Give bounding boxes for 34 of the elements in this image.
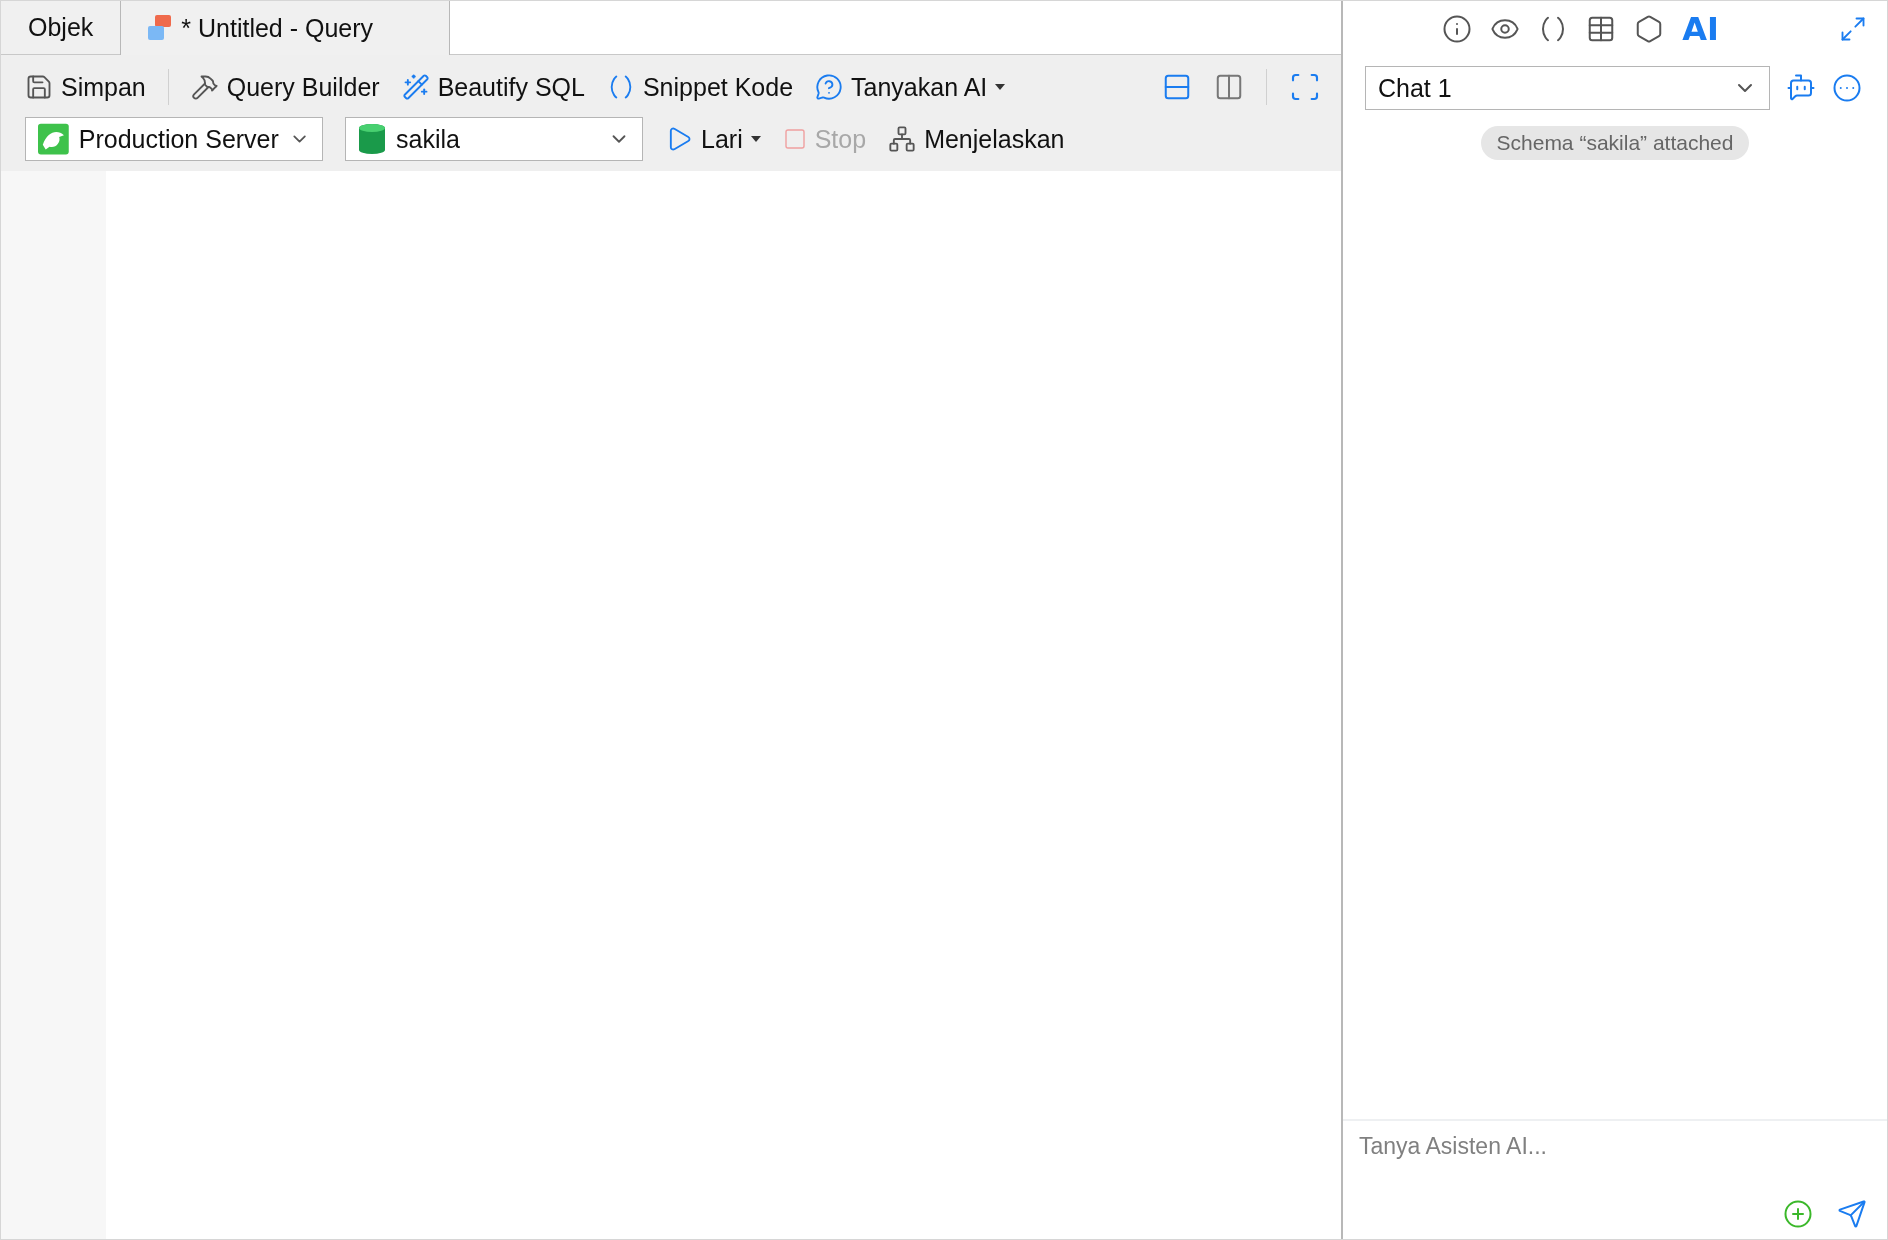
send-button[interactable] xyxy=(1837,1199,1867,1229)
chat-dropdown[interactable]: Chat 1 xyxy=(1365,66,1770,110)
stop-icon xyxy=(782,127,807,151)
caret-icon xyxy=(750,136,761,142)
toolbar-button[interactable]: Lari xyxy=(665,124,761,154)
split-vertical-button[interactable] xyxy=(1214,72,1244,102)
toolbar-button[interactable]: Beautify SQL xyxy=(401,72,585,102)
editor-tab[interactable]: Objek xyxy=(1,1,121,54)
info-icon xyxy=(1442,13,1473,44)
fullscreen-button[interactable] xyxy=(1289,71,1321,103)
save-icon xyxy=(25,73,53,101)
caret-icon xyxy=(995,84,1006,90)
diagram-icon xyxy=(888,125,917,153)
panel-tab[interactable]: AI xyxy=(1682,9,1719,48)
toolbar-button[interactable]: Snippet Kode xyxy=(606,72,794,102)
panel-tab[interactable] xyxy=(1442,13,1473,44)
database-icon xyxy=(358,123,386,155)
split-horizontal-button[interactable] xyxy=(1162,72,1192,102)
question-bubble-icon xyxy=(815,73,844,101)
connection-dropdown[interactable]: Production Server xyxy=(25,117,323,161)
more-button[interactable] xyxy=(1832,73,1862,103)
toolbar-button[interactable]: Tanyakan AI xyxy=(815,72,1006,102)
new-chat-button[interactable] xyxy=(1786,73,1816,103)
hammer-icon xyxy=(190,73,219,101)
wand-icon xyxy=(401,73,430,101)
database-dropdown[interactable]: sakila xyxy=(345,117,643,161)
toolbar-button[interactable]: Menjelaskan xyxy=(888,124,1065,154)
add-button[interactable] xyxy=(1783,1199,1813,1229)
schema-notice: Schema “sakila” attached xyxy=(1480,126,1750,160)
toolbar-button[interactable]: Query Builder xyxy=(190,72,380,102)
toolbar-button[interactable]: Simpan xyxy=(25,72,146,102)
editor-tab[interactable]: * Untitled - Query xyxy=(120,1,451,55)
connection-icon xyxy=(38,123,69,155)
query-icon xyxy=(147,14,174,42)
